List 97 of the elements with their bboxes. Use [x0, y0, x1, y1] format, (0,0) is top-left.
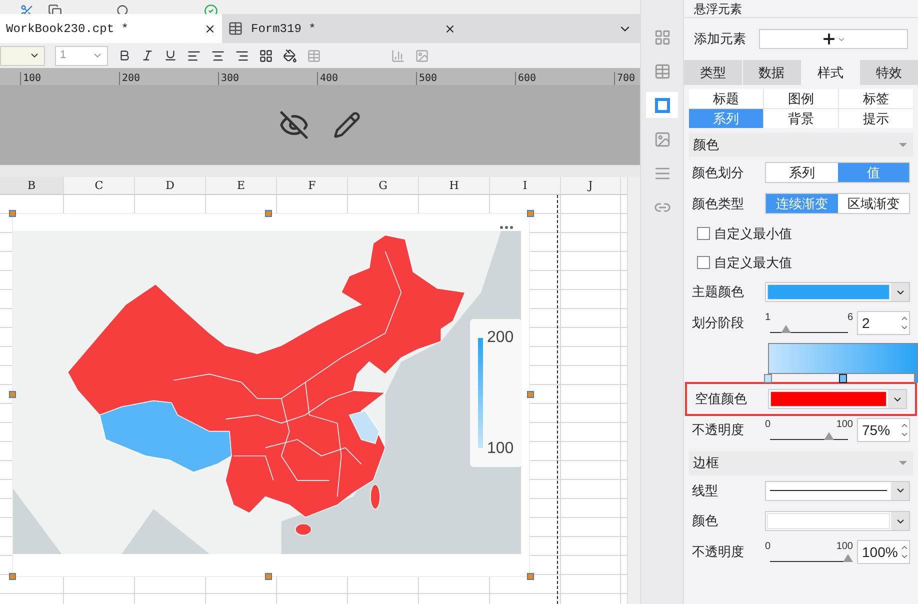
square-icon: [654, 98, 670, 112]
border-icon[interactable]: [259, 48, 273, 62]
column-header[interactable]: C: [64, 177, 135, 194]
column-header[interactable]: B: [0, 177, 64, 194]
tab-label: WorkBook230.cpt *: [6, 20, 130, 38]
color-dropdown[interactable]: [768, 389, 907, 409]
align-center-icon[interactable]: [211, 48, 225, 62]
line-style-dropdown[interactable]: [765, 480, 910, 500]
up-icon[interactable]: [900, 421, 909, 430]
tab-label: Form319 *: [251, 20, 317, 38]
section-header[interactable]: 边框: [689, 451, 913, 475]
resize-handle[interactable]: [527, 210, 534, 217]
sub-tab[interactable]: 标签: [839, 89, 913, 108]
slider-min: 1: [765, 312, 771, 322]
side-tool[interactable]: [646, 92, 678, 118]
panel-tab[interactable]: 特效: [860, 60, 918, 85]
segment-option[interactable]: 区域渐变: [838, 194, 909, 213]
tool-icon: [654, 62, 670, 80]
sub-tab[interactable]: 图例: [764, 89, 838, 108]
tool-icon: [654, 130, 670, 148]
field-label: 颜色类型: [692, 194, 745, 213]
paint-bucket-icon[interactable]: [283, 48, 297, 62]
document-tab[interactable]: WorkBook230.cpt *: [0, 14, 222, 43]
section-header[interactable]: 颜色: [689, 133, 913, 157]
slider-thumb[interactable]: [824, 432, 834, 440]
number-field[interactable]: 75%: [857, 418, 910, 442]
panel-tab[interactable]: 数据: [742, 60, 800, 85]
color-dropdown[interactable]: [765, 282, 910, 302]
column-header[interactable]: I: [490, 177, 561, 194]
field-label: 不透明度: [692, 543, 745, 562]
resize-handle[interactable]: [9, 210, 16, 217]
legend-max: 200: [487, 328, 514, 348]
color-dropdown[interactable]: [765, 511, 910, 531]
scrollbar[interactable]: [627, 177, 640, 604]
slider-max: 100: [836, 542, 853, 552]
field-label: 划分阶段: [692, 314, 745, 332]
segment-option[interactable]: 系列: [766, 163, 838, 182]
number-field[interactable]: 2: [857, 311, 910, 335]
sub-tab[interactable]: 标题: [689, 89, 763, 108]
resize-handle[interactable]: [9, 391, 16, 398]
copy-icon[interactable]: [48, 4, 62, 14]
align-left-icon[interactable]: [187, 48, 201, 62]
column-header[interactable]: F: [277, 177, 348, 194]
resize-handle[interactable]: [9, 573, 16, 580]
resize-handle[interactable]: [527, 391, 534, 398]
down-icon[interactable]: [900, 552, 909, 561]
bold-icon[interactable]: [118, 49, 131, 62]
down-icon[interactable]: [900, 430, 909, 439]
plus-icon: [821, 31, 837, 47]
up-icon[interactable]: [900, 543, 909, 552]
cut-icon[interactable]: [20, 4, 34, 14]
number-field[interactable]: 100%: [857, 540, 910, 564]
field-label: 颜色划分: [692, 164, 745, 182]
panel-title: 悬浮元素: [694, 2, 742, 16]
field-label: 不透明度: [692, 421, 745, 440]
checkbox[interactable]: [697, 227, 710, 240]
underline-icon[interactable]: [164, 49, 177, 62]
resize-handle[interactable]: [527, 573, 534, 580]
align-right-icon[interactable]: [235, 48, 249, 62]
column-header[interactable]: H: [419, 177, 490, 194]
slider-max: 100: [836, 420, 853, 430]
column-header[interactable]: G: [348, 177, 419, 194]
italic-icon[interactable]: [141, 49, 154, 62]
resize-handle[interactable]: [265, 573, 272, 580]
column-header[interactable]: E: [206, 177, 277, 194]
up-icon[interactable]: [900, 314, 909, 323]
legend-min: 100: [487, 438, 514, 458]
down-icon[interactable]: [900, 323, 909, 332]
check-icon[interactable]: [204, 4, 218, 14]
slider-min: 0: [765, 542, 771, 552]
gradient-stop[interactable]: [839, 374, 847, 383]
tool-icon: [654, 28, 670, 46]
checkbox-label: 自定义最大值: [714, 254, 792, 272]
field-label: 主题颜色: [692, 283, 745, 302]
resize-handle[interactable]: [265, 210, 272, 217]
chart-frame[interactable]: 200 100: [12, 213, 530, 577]
more-icon[interactable]: [500, 226, 513, 229]
form-icon: [228, 21, 243, 36]
field-label: 空值颜色: [695, 390, 748, 408]
close-icon[interactable]: [444, 22, 456, 34]
sub-tab[interactable]: 背景: [764, 109, 838, 128]
pencil-icon[interactable]: [333, 111, 361, 139]
sub-tab[interactable]: 提示: [839, 109, 913, 128]
field-label: 线型: [692, 482, 719, 500]
close-icon[interactable]: [204, 22, 216, 34]
slider-thumb[interactable]: [780, 324, 791, 332]
checkbox-label: 自定义最小值: [714, 224, 792, 243]
search-icon[interactable]: [116, 4, 130, 14]
slider-min: 0: [765, 420, 771, 430]
field-label: 颜色: [692, 512, 719, 530]
checkbox[interactable]: [697, 256, 710, 269]
field-label: 添加元素: [694, 30, 747, 48]
panel-tab[interactable]: 类型: [684, 60, 742, 85]
column-header[interactable]: J: [561, 177, 621, 194]
slider-max: 6: [847, 312, 853, 322]
eye-slash-icon[interactable]: [279, 110, 309, 140]
column-header[interactable]: D: [135, 177, 206, 194]
